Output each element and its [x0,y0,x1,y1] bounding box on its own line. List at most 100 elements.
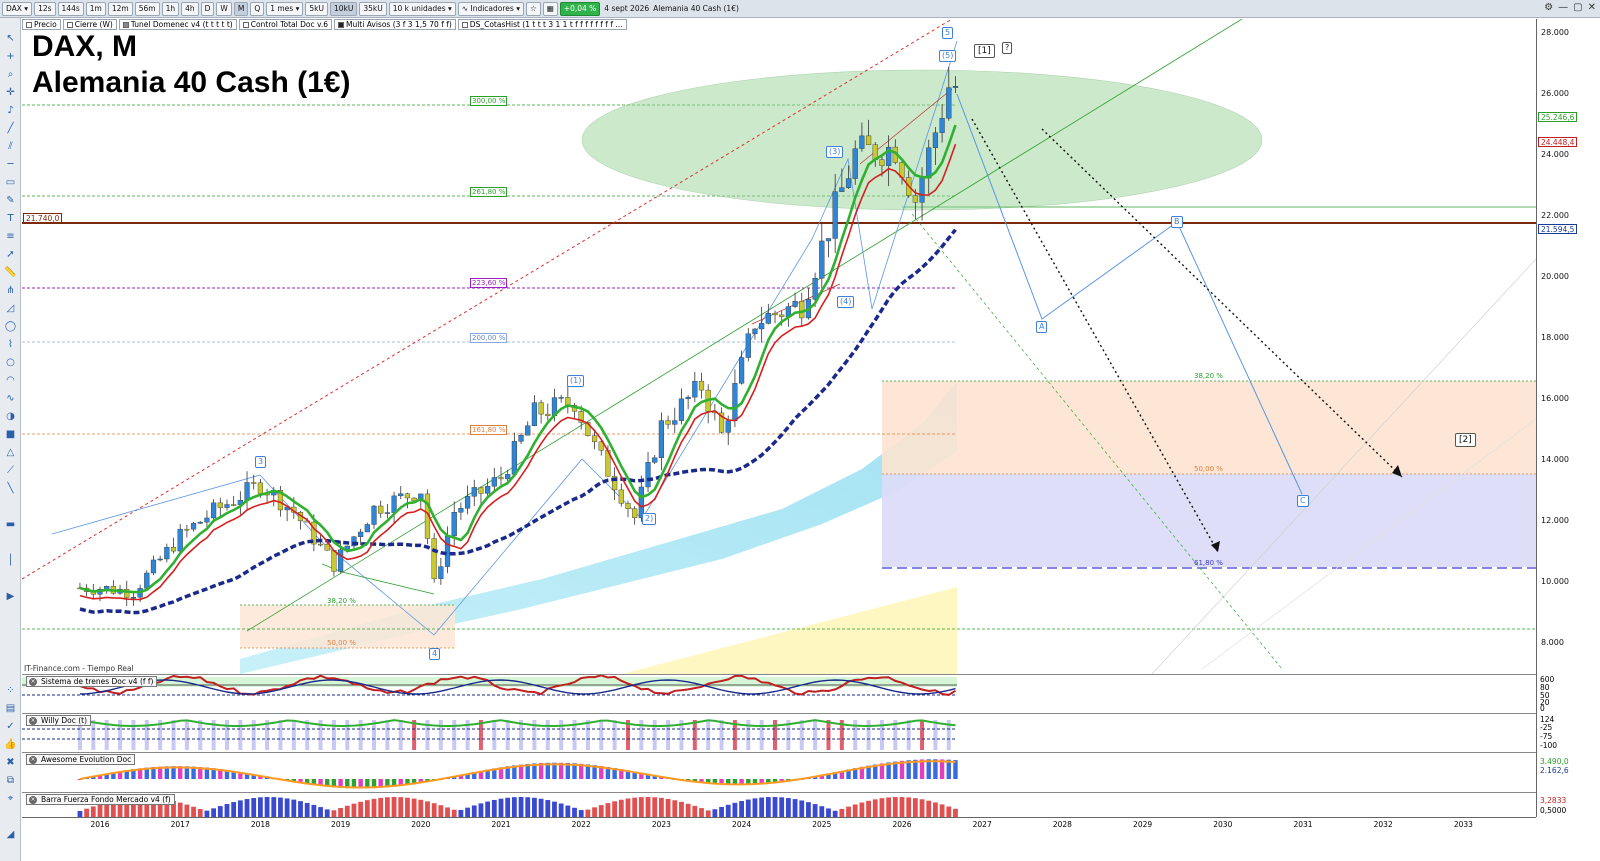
force-bar [872,799,878,817]
hline-icon[interactable]: ─ [4,158,17,171]
settings-icon[interactable]: ⚙ [1544,2,1553,13]
favorite-icon[interactable]: ☆ [525,1,541,16]
thumbs-up-icon[interactable]: 👍 [4,738,17,751]
pitchfork-icon[interactable]: ⋔ [4,284,17,297]
polyline-icon[interactable]: ⌇ [4,338,17,351]
close-pane-icon[interactable]: × [29,717,37,725]
trendline-icon[interactable]: ╱ [4,122,17,135]
arrow-tool-icon[interactable]: ➚ [4,248,17,261]
wave-label-5[interactable]: 5 [942,27,954,39]
close-icon[interactable]: ✕ [1588,2,1596,13]
candle [625,503,631,509]
indicators-button[interactable]: ∿ Indicadores ▾ [457,1,524,16]
crosshair-icon[interactable]: ✛ [4,86,17,99]
time-tick: 2028 [1052,820,1072,829]
timeframe-q[interactable]: Q [250,1,265,16]
wave-label-4[interactable]: 4 [429,648,441,660]
wave-label-question[interactable]: ? [1002,42,1013,54]
close-pane-icon[interactable]: × [29,678,37,686]
time-tick: 2021 [491,820,511,829]
unit-35ku[interactable]: 35kU [359,1,387,16]
timeframe-w[interactable]: W [216,1,232,16]
close-pane-icon[interactable]: × [29,796,37,804]
magnet-icon[interactable]: ⌖ [4,792,17,805]
vline-icon[interactable]: │ [4,554,17,567]
minimize-icon[interactable]: — [1558,2,1568,13]
triangle-icon[interactable]: △ [4,446,17,459]
properties-icon[interactable]: ▤ [4,702,17,715]
wave-label-bracket-2[interactable]: [2] [1455,433,1476,447]
wave-label-w2[interactable]: 2) [642,513,657,525]
circle-icon[interactable]: ○ [4,356,17,369]
diagonal-icon[interactable]: ⟋ [4,464,17,477]
delete-icon[interactable]: ✖ [4,756,17,769]
ellipse-icon[interactable]: ◯ [4,320,17,333]
bell-icon[interactable]: ♪ [4,104,17,117]
ruler-icon[interactable]: 📏 [4,266,17,279]
timeframe-m[interactable]: M [233,1,249,16]
wave-label-w3[interactable]: (3) [826,146,844,158]
timeframe-d[interactable]: D [200,1,215,16]
wave-icon[interactable]: ∿ [4,392,17,405]
pane-label-trenes[interactable]: × Sistema de trenes Doc v4 (f f) [26,676,158,687]
wave-label-3[interactable]: 3 [255,456,267,468]
timeframe-1m[interactable]: 1m [85,1,106,16]
arc-icon[interactable]: ◠ [4,374,17,387]
red-line-icon[interactable]: ╲ [4,482,17,495]
timeframe-1h[interactable]: 1h [161,1,180,16]
cursor-tool-icon[interactable]: ↖ [4,32,17,45]
scatter-icon[interactable]: ⁘ [4,684,17,697]
unit-select[interactable]: 10 k unidades ▾ [388,1,456,16]
timeframe-4h[interactable]: 4h [181,1,199,16]
grid-icon[interactable]: ▦ [542,1,558,16]
period-select[interactable]: 1 mes ▾ [266,1,304,16]
wave-label-a[interactable]: A [1036,321,1048,333]
wave-label-bracket-1[interactable]: [1] [974,44,995,58]
unit-10ku[interactable]: 10kU [329,1,358,16]
cycle-icon[interactable]: ◑ [4,410,17,423]
price-chart[interactable] [22,19,1536,674]
fib-tool-icon[interactable]: ≡ [4,230,17,243]
magnifier-icon[interactable]: ⌕ [4,68,17,81]
pane-awesome[interactable]: × Awesome Evolution Doc [22,752,1536,792]
pane-willy[interactable]: × Willy Doc (t) [22,713,1536,752]
hbar-icon[interactable]: ▬ [4,518,17,531]
text-tool-icon[interactable]: T [4,212,17,225]
wave-label-w4[interactable]: (4) [837,296,855,308]
layers-icon[interactable]: ⧉ [4,774,17,787]
square-icon[interactable]: ■ [4,428,17,441]
pane-barra-fuerza[interactable]: × Barra Fuerza Fondo Mercado v4 (f) [22,792,1536,817]
timeframe-144s[interactable]: 144s [57,1,84,16]
candle [825,238,832,242]
rectangle-icon[interactable]: ▭ [4,176,17,189]
price-axis[interactable]: 28.000 26.000 24.000 22.000 20.000 18.00… [1536,19,1600,674]
wave-label-w5[interactable]: (5) [939,50,957,62]
unit-5ku[interactable]: 5kU [305,1,328,16]
zoom-in-icon[interactable]: + [4,50,17,63]
timeframe-12s[interactable]: 12s [34,1,56,16]
check-icon[interactable]: ✓ [4,720,17,733]
willy-bar [478,720,483,750]
pane-label-awesome[interactable]: × Awesome Evolution Doc [26,754,136,765]
timeframe-56m[interactable]: 56m [134,1,160,16]
symbol-select[interactable]: DAX ▾ [2,1,33,16]
pencil-icon[interactable]: ✎ [4,194,17,207]
pane-label-barra[interactable]: × Barra Fuerza Fondo Mercado v4 (f) [26,794,175,805]
wave-label-c[interactable]: C [1297,495,1309,507]
maximize-icon[interactable]: ▢ [1573,2,1582,13]
willy-bar [585,720,590,750]
wave-label-b[interactable]: B [1171,216,1183,228]
pane-sistema-trenes[interactable]: × Sistema de trenes Doc v4 (f f) [22,674,1536,713]
marker-icon[interactable]: ▶ [4,590,17,603]
pane-label-willy[interactable]: × Willy Doc (t) [26,715,91,726]
force-bar [478,803,484,817]
time-axis[interactable]: 2016 2017 2018 2019 2020 2021 2022 2023 2024 2025… [22,817,1536,831]
wave-label-w1[interactable]: (1) [567,375,585,387]
close-pane-icon[interactable]: × [29,756,37,764]
fib-label-left-50: 50,00 % [327,639,356,647]
gann-icon[interactable]: ◿ [4,302,17,315]
resize-icon[interactable]: ◢ [4,828,17,841]
timeframe-12m[interactable]: 12m [107,1,133,16]
force-bar [298,801,303,817]
channel-icon[interactable]: ⫽ [4,140,17,153]
